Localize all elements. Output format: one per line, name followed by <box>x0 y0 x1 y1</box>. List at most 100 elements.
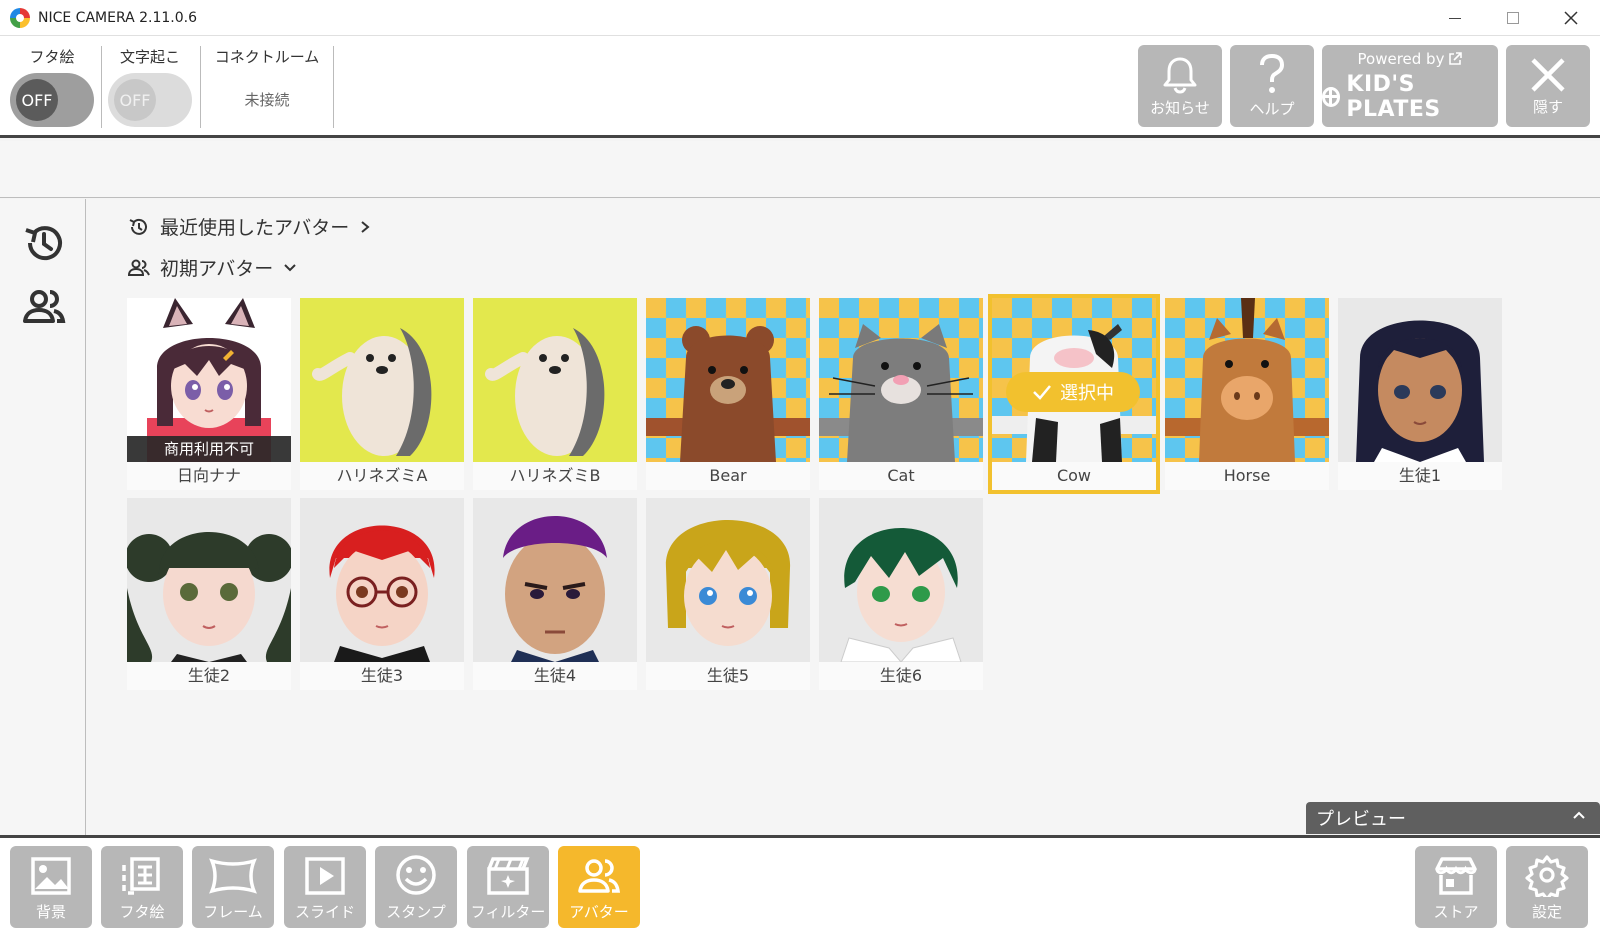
maximize-icon <box>1507 12 1519 24</box>
kids-plates-button[interactable]: Powered by KID'S PLATES <box>1322 45 1498 127</box>
top-toolbar: フタ絵 OFF 文字起こ OFF コネクトルーム 未接続 お知らせ ヘルプ Po… <box>0 36 1600 138</box>
nav-frame-button[interactable]: フレーム <box>192 846 274 928</box>
avatar-name: ハリネズミB <box>473 462 637 490</box>
bell-icon <box>1163 57 1197 94</box>
avatar-card-student-2[interactable]: 生徒2 <box>127 498 291 690</box>
image-icon <box>31 857 71 895</box>
initial-avatars-title: 初期アバター <box>160 258 274 280</box>
avatar-card-hedgehog-a[interactable]: ハリネズミA <box>300 298 464 490</box>
sidebar <box>0 199 86 835</box>
initial-avatars-header[interactable]: 初期アバター <box>128 254 297 281</box>
avatar-card-student-4[interactable]: 生徒4 <box>473 498 637 690</box>
bottom-toolbar: 背景 フタ絵 フレーム スライド スタンプ フィルター アバター ストア 設定 <box>0 835 1600 937</box>
nav-background-button[interactable]: 背景 <box>10 846 92 928</box>
nav-background-label: 背景 <box>35 903 66 921</box>
recent-avatars-title: 最近使用したアバター <box>160 217 350 239</box>
chevron-down-icon <box>284 263 296 271</box>
avatar-card-cat[interactable]: Cat <box>819 298 983 490</box>
avatar-card-student-5[interactable]: 生徒5 <box>646 498 810 690</box>
avatar-thumbnail <box>300 498 464 662</box>
avatar-name: Horse <box>1165 462 1329 490</box>
avatar-name: Cat <box>819 462 983 490</box>
recent-avatars-header[interactable]: 最近使用したアバター <box>128 213 371 240</box>
preview-panel-toggle[interactable]: プレビュー <box>1306 802 1600 834</box>
avatar-thumbnail <box>473 298 637 462</box>
window-title: NICE CAMERA 2.11.0.6 <box>38 9 198 26</box>
student-avatar-icon <box>840 528 962 662</box>
history-icon[interactable] <box>22 221 66 265</box>
avatar-card-hedgehog-b[interactable]: ハリネズミB <box>473 298 637 490</box>
hedgehog-avatar-icon <box>485 328 605 456</box>
nav-avatar-button[interactable]: アバター <box>558 846 640 928</box>
users-icon <box>128 259 150 276</box>
check-icon <box>1033 385 1051 400</box>
transcribe-group: 文字起こ OFF <box>108 44 192 130</box>
nav-futae-button[interactable]: フタ絵 <box>101 846 183 928</box>
smiley-icon <box>396 855 436 895</box>
student-avatar-icon <box>503 516 607 662</box>
futae-toggle[interactable]: OFF <box>10 73 94 127</box>
cat-avatar-icon <box>819 324 983 462</box>
avatar-name: Cow <box>992 462 1156 490</box>
gear-icon <box>1525 855 1569 897</box>
question-icon <box>1260 53 1285 93</box>
avatar-card-student-1[interactable]: 生徒1 <box>1338 298 1502 490</box>
avatar-thumbnail <box>646 298 810 462</box>
bear-avatar-icon <box>646 326 810 462</box>
student-avatar-icon <box>127 532 291 662</box>
avatar-card-horse[interactable]: Horse <box>1165 298 1329 490</box>
play-icon <box>305 857 345 895</box>
close-window-button[interactable] <box>1542 0 1600 36</box>
nav-stamp-button[interactable]: スタンプ <box>375 846 457 928</box>
futae-group: フタ絵 OFF <box>10 44 94 130</box>
connect-room-label: コネクトルーム <box>214 48 320 66</box>
minimize-button[interactable] <box>1426 0 1484 36</box>
connect-room-group[interactable]: コネクトルーム 未接続 <box>204 44 330 130</box>
users-icon[interactable] <box>22 285 66 329</box>
horse-avatar-icon <box>1165 298 1329 462</box>
transcribe-label: 文字起こ <box>119 48 180 66</box>
selected-label: 選択中 <box>1060 383 1114 404</box>
store-icon <box>1435 857 1477 895</box>
avatar-name: ハリネズミA <box>300 462 464 490</box>
avatar-card-cow[interactable]: 選択中 Cow <box>988 294 1160 494</box>
transcribe-toggle[interactable]: OFF <box>108 73 192 127</box>
avatar-name: 生徒2 <box>127 662 291 690</box>
powered-by: Powered by <box>1358 50 1463 68</box>
avatar-thumbnail <box>646 498 810 662</box>
info-band <box>0 141 1600 198</box>
app-logo-icon <box>10 7 30 28</box>
futae-icon <box>122 857 160 895</box>
nav-store-button[interactable]: ストア <box>1415 846 1497 928</box>
avatar-thumbnail <box>1165 298 1329 462</box>
help-button[interactable]: ヘルプ <box>1230 45 1314 127</box>
users-icon <box>578 859 621 893</box>
avatar-card-student-3[interactable]: 生徒3 <box>300 498 464 690</box>
selected-indicator: 選択中 <box>1006 372 1140 412</box>
chevron-up-icon <box>1573 811 1585 819</box>
notice-button[interactable]: お知らせ <box>1138 45 1222 127</box>
frame-icon <box>209 858 257 894</box>
brand-text: KID'S PLATES <box>1346 72 1441 122</box>
title-bar: NICE CAMERA 2.11.0.6 <box>0 0 1600 36</box>
kids-plates-logo: KID'S PLATES <box>1322 72 1498 122</box>
close-icon <box>1531 57 1565 92</box>
hide-button[interactable]: 隠す <box>1506 45 1590 127</box>
nav-slide-label: スライド <box>294 903 355 921</box>
futae-label: フタ絵 <box>29 48 75 66</box>
avatar-thumbnail <box>300 298 464 462</box>
avatar-card-hinata-nana[interactable]: 商用利用不可 日向ナナ <box>127 298 291 490</box>
avatar-card-student-6[interactable]: 生徒6 <box>819 498 983 690</box>
nav-store-label: ストア <box>1433 903 1479 921</box>
nav-settings-button[interactable]: 設定 <box>1506 846 1588 928</box>
nav-slide-button[interactable]: スライド <box>284 846 366 928</box>
hedgehog-avatar-icon <box>312 328 432 456</box>
avatar-card-bear[interactable]: Bear <box>646 298 810 490</box>
avatar-thumbnail <box>819 298 983 462</box>
maximize-button[interactable] <box>1484 0 1542 36</box>
window-controls <box>1426 0 1600 36</box>
nav-filter-button[interactable]: フィルター <box>467 846 549 928</box>
chevron-right-icon <box>361 220 370 233</box>
avatar-name: 生徒4 <box>473 662 637 690</box>
avatar-name: 生徒3 <box>300 662 464 690</box>
